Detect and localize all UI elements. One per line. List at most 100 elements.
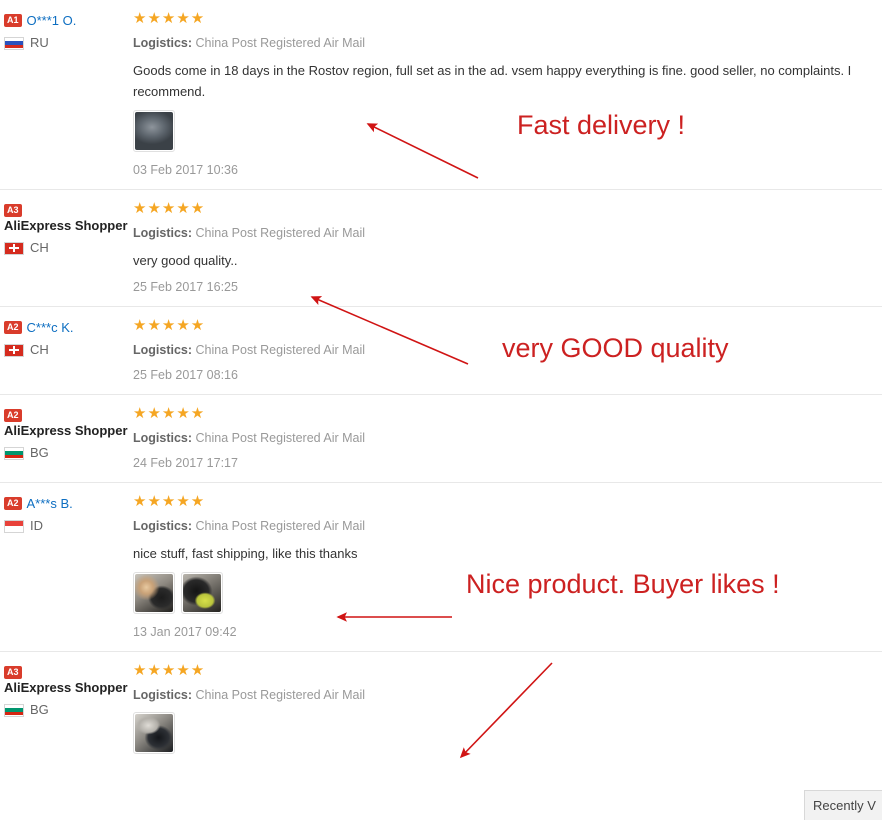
logistics-line: Logistics: China Post Registered Air Mai… <box>133 517 874 535</box>
reviewer-name-link[interactable]: A***s B. <box>27 495 73 512</box>
reviewer-name-label: AliExpress Shopper <box>4 680 128 695</box>
review-date: 25 Feb 2017 16:25 <box>133 280 238 294</box>
star-rating: ★★★★★ <box>133 493 206 510</box>
flag-ch-icon <box>4 241 24 255</box>
flag-ch-icon <box>4 343 24 357</box>
review-date: 13 Jan 2017 09:42 <box>133 625 237 639</box>
review-text: very good quality.. <box>133 253 238 268</box>
reviewer-name-label: AliExpress Shopper <box>4 423 128 438</box>
review-photo-image <box>135 574 173 612</box>
recently-viewed-tab[interactable]: Recently V <box>804 790 882 820</box>
review-photos <box>133 712 874 754</box>
reviewer-country: BG <box>4 703 133 717</box>
buyer-rank-badge: A1 <box>4 14 22 27</box>
reviewer-identity: A3 AliExpress Shopper <box>4 202 133 234</box>
star-rating: ★★★★★ <box>133 662 206 679</box>
review-date: 03 Feb 2017 10:36 <box>133 163 238 177</box>
reviewer-info: A2 AliExpress Shopper BG <box>0 405 133 460</box>
logistics-label: Logistics: <box>133 431 193 445</box>
review-item: A2 C***c K. CH ★★★★★ Logistics: China Po… <box>0 307 882 395</box>
logistics-label: Logistics: <box>133 519 193 533</box>
review-photo-image <box>183 574 221 612</box>
review-body: ★★★★★ Logistics: China Post Registered A… <box>133 10 882 181</box>
logistics-value: China Post Registered Air Mail <box>195 226 366 240</box>
country-code-label: CH <box>30 342 49 357</box>
reviewer-identity: A3 AliExpress Shopper <box>4 664 133 696</box>
buyer-rank-badge: A3 <box>4 204 22 217</box>
review-photo-image <box>135 112 173 150</box>
reviewer-name-link[interactable]: C***c K. <box>27 319 74 336</box>
review-body: ★★★★★ Logistics: China Post Registered A… <box>133 200 882 298</box>
reviewer-country: RU <box>4 36 133 50</box>
country-code-label: RU <box>30 35 49 50</box>
logistics-line: Logistics: China Post Registered Air Mai… <box>133 34 874 52</box>
logistics-line: Logistics: China Post Registered Air Mai… <box>133 686 874 704</box>
review-body: ★★★★★ Logistics: China Post Registered A… <box>133 493 882 643</box>
reviewer-country: BG <box>4 446 133 460</box>
review-photos <box>133 110 874 152</box>
feedback-list: A1 O***1 O. RU ★★★★★ Logistics: China Po… <box>0 0 882 772</box>
reviewer-info: A2 A***s B. ID <box>0 493 133 533</box>
reviewer-identity: A2 A***s B. <box>4 495 133 512</box>
reviewer-name-label: AliExpress Shopper <box>4 218 128 233</box>
buyer-rank-badge: A2 <box>4 497 22 510</box>
logistics-label: Logistics: <box>133 343 193 357</box>
buyer-rank-badge: A2 <box>4 409 22 422</box>
review-item: A3 AliExpress Shopper CH ★★★★★ Logistics… <box>0 190 882 307</box>
review-item: A2 AliExpress Shopper BG ★★★★★ Logistics… <box>0 395 882 483</box>
star-rating: ★★★★★ <box>133 200 206 217</box>
logistics-value: China Post Registered Air Mail <box>195 343 366 357</box>
buyer-rank-badge: A2 <box>4 321 22 334</box>
reviewer-country: CH <box>4 343 133 357</box>
review-photo-thumbnail[interactable] <box>133 110 175 152</box>
logistics-value: China Post Registered Air Mail <box>195 519 366 533</box>
review-date: 25 Feb 2017 08:16 <box>133 368 238 382</box>
review-photo-thumbnail[interactable] <box>133 712 175 754</box>
country-code-label: ID <box>30 518 43 533</box>
logistics-line: Logistics: China Post Registered Air Mai… <box>133 429 874 447</box>
star-rating: ★★★★★ <box>133 317 206 334</box>
buyer-rank-badge: A3 <box>4 666 22 679</box>
reviewer-info: A2 C***c K. CH <box>0 317 133 357</box>
country-code-label: CH <box>30 240 49 255</box>
review-body: ★★★★★ Logistics: China Post Registered A… <box>133 662 882 764</box>
logistics-line: Logistics: China Post Registered Air Mai… <box>133 224 874 242</box>
logistics-value: China Post Registered Air Mail <box>195 688 366 702</box>
review-item: A3 AliExpress Shopper BG ★★★★★ Logistics… <box>0 652 882 772</box>
review-text: nice stuff, fast shipping, like this tha… <box>133 546 358 561</box>
logistics-value: China Post Registered Air Mail <box>195 36 366 50</box>
review-photos <box>133 572 874 614</box>
logistics-label: Logistics: <box>133 36 193 50</box>
flag-id-icon <box>4 519 24 533</box>
flag-bg-icon <box>4 446 24 460</box>
reviewer-country: ID <box>4 519 133 533</box>
logistics-line: Logistics: China Post Registered Air Mai… <box>133 341 874 359</box>
flag-ru-icon <box>4 36 24 50</box>
reviewer-info: A3 AliExpress Shopper BG <box>0 662 133 717</box>
recently-viewed-label: Recently V <box>813 798 876 813</box>
reviewer-identity: A1 O***1 O. <box>4 12 133 29</box>
review-item: A2 A***s B. ID ★★★★★ Logistics: China Po… <box>0 483 882 652</box>
star-rating: ★★★★★ <box>133 405 206 422</box>
country-code-label: BG <box>30 702 49 717</box>
reviewer-name-link[interactable]: O***1 O. <box>27 12 77 29</box>
logistics-value: China Post Registered Air Mail <box>195 431 366 445</box>
review-date: 24 Feb 2017 17:17 <box>133 456 238 470</box>
review-text: Goods come in 18 days in the Rostov regi… <box>133 63 852 99</box>
star-rating: ★★★★★ <box>133 10 206 27</box>
logistics-label: Logistics: <box>133 688 193 702</box>
review-body: ★★★★★ Logistics: China Post Registered A… <box>133 317 882 386</box>
review-photo-image <box>135 714 173 752</box>
country-code-label: BG <box>30 445 49 460</box>
reviewer-info: A3 AliExpress Shopper CH <box>0 200 133 255</box>
reviewer-identity: A2 C***c K. <box>4 319 133 336</box>
review-item: A1 O***1 O. RU ★★★★★ Logistics: China Po… <box>0 0 882 190</box>
review-photo-thumbnail[interactable] <box>181 572 223 614</box>
flag-bg-icon <box>4 703 24 717</box>
review-photo-thumbnail[interactable] <box>133 572 175 614</box>
reviewer-identity: A2 AliExpress Shopper <box>4 407 133 439</box>
reviewer-country: CH <box>4 241 133 255</box>
reviewer-info: A1 O***1 O. RU <box>0 10 133 50</box>
logistics-label: Logistics: <box>133 226 193 240</box>
review-body: ★★★★★ Logistics: China Post Registered A… <box>133 405 882 474</box>
